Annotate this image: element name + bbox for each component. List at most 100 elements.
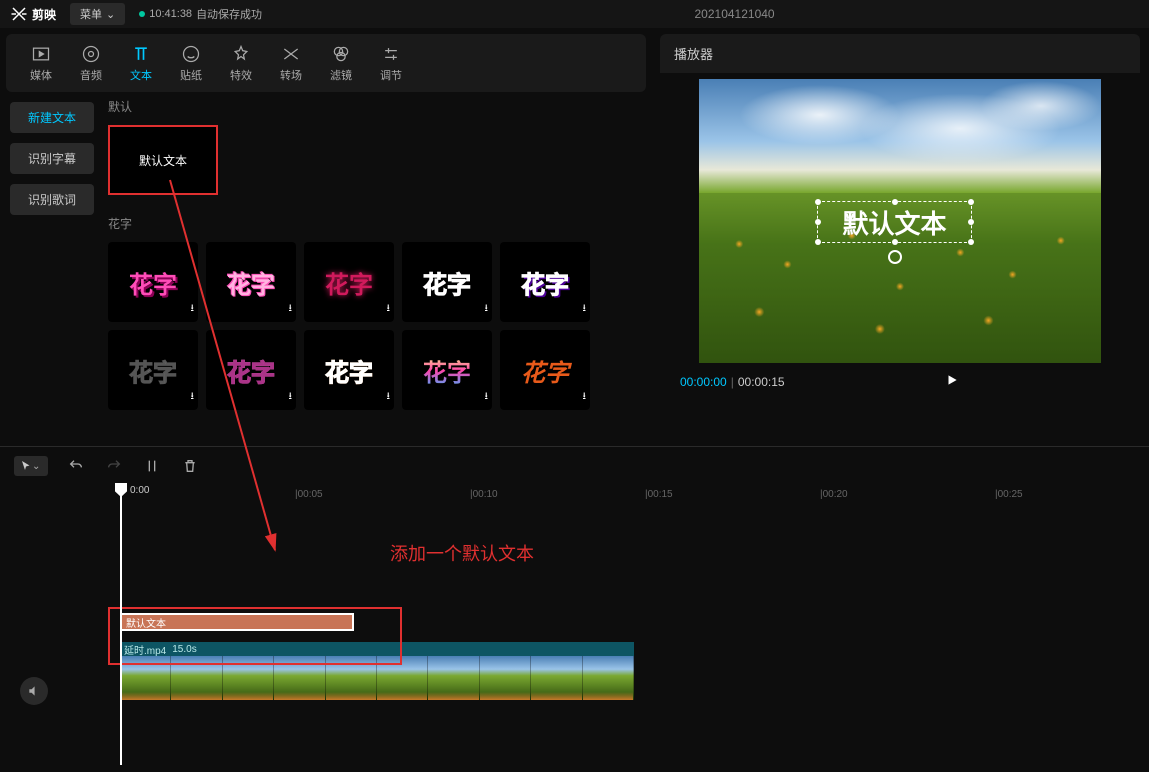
video-thumb: [480, 656, 531, 700]
video-clip-duration: 15.0s: [172, 644, 196, 655]
nav-media[interactable]: 媒体: [16, 38, 66, 89]
save-status-text: 自动保存成功: [196, 6, 262, 22]
nav-media-label: 媒体: [30, 67, 52, 83]
nav-adjust-label: 调节: [380, 67, 402, 83]
text-overlay[interactable]: 默认文本: [817, 201, 972, 243]
huazi-text: 花字: [325, 353, 373, 388]
menu-button[interactable]: 菜单 ⌄: [70, 3, 125, 25]
download-icon[interactable]: ⭳: [289, 301, 293, 318]
text-sidebar: 新建文本 识别字幕 识别歌词: [10, 98, 94, 438]
app-name: 剪映: [32, 6, 56, 23]
video-preview[interactable]: 默认文本: [699, 79, 1101, 363]
status-dot-icon: [139, 11, 145, 17]
video-thumb: [120, 656, 171, 700]
redo-button[interactable]: [104, 456, 124, 476]
asset-panel: 默认 默认文本 花字 花字 ⭳ 花字 ⭳ 花字 ⭳ 花字 ⭳ 花字 ⭳ 花字 ⭳ 花字 ⭳ 花…: [94, 98, 640, 438]
resize-handle[interactable]: [815, 199, 821, 205]
download-icon[interactable]: ⭳: [191, 301, 195, 318]
sidebar-recognize-subtitle[interactable]: 识别字幕: [10, 143, 94, 174]
video-thumb: [326, 656, 377, 700]
current-time: 00:00:00: [680, 375, 727, 389]
cursor-tool[interactable]: ⌄: [14, 456, 48, 476]
nav-adjust[interactable]: 调节: [366, 38, 416, 89]
resize-handle[interactable]: [815, 239, 821, 245]
video-thumb: [377, 656, 428, 700]
text-clip-label: 默认文本: [126, 615, 166, 630]
sidebar-new-text[interactable]: 新建文本: [10, 102, 94, 133]
resize-handle[interactable]: [815, 219, 821, 225]
download-icon[interactable]: ⭳: [387, 389, 391, 406]
section-default-label: 默认: [108, 98, 640, 115]
huazi-card[interactable]: 花字 ⭳: [304, 242, 394, 322]
tracks-area[interactable]: 默认文本 延时.mp4 15.0s: [0, 509, 1149, 569]
overlay-text: 默认文本: [842, 204, 946, 241]
huazi-card[interactable]: 花字⭳: [500, 330, 590, 410]
resize-handle[interactable]: [968, 239, 974, 245]
titlebar: 剪映 菜单 ⌄ 10:41:38 自动保存成功 202104121040: [0, 0, 1149, 28]
text-clip[interactable]: 默认文本: [120, 613, 354, 631]
player-panel: 播放器 默认文本 00:00:00 | 00:00:15: [660, 34, 1140, 400]
download-icon[interactable]: ⭳: [289, 389, 293, 406]
delete-button[interactable]: [180, 456, 200, 476]
nav-audio[interactable]: 音频: [66, 38, 116, 89]
huazi-card[interactable]: 花字 ⭳: [108, 330, 198, 410]
default-text-card[interactable]: 默认文本: [108, 125, 218, 195]
huazi-card[interactable]: 花字 ⭳: [206, 242, 296, 322]
huazi-card[interactable]: 花字 ⭳: [402, 242, 492, 322]
timeline-ruler[interactable]: 0:00 |00:05 |00:10 |00:15 |00:20 |00:25: [0, 485, 1149, 509]
huazi-card[interactable]: 花字 ⭳: [108, 242, 198, 322]
ruler-mark: |00:10: [470, 489, 498, 500]
video-clip-header: 延时.mp4 15.0s: [120, 642, 634, 656]
download-icon[interactable]: ⭳: [485, 389, 489, 406]
huazi-card[interactable]: 花字 ⭳: [500, 242, 590, 322]
download-icon[interactable]: ⭳: [191, 389, 195, 406]
menu-label: 菜单: [80, 6, 102, 22]
video-thumb: [531, 656, 582, 700]
nav-sticker-label: 贴纸: [180, 67, 202, 83]
section-huazi-label: 花字: [108, 215, 640, 232]
download-icon[interactable]: ⭳: [583, 389, 587, 406]
resize-handle[interactable]: [892, 239, 898, 245]
video-thumb: [171, 656, 222, 700]
nav-text[interactable]: 文本: [116, 38, 166, 89]
nav-transition-label: 转场: [280, 67, 302, 83]
nav-transition[interactable]: 转场: [266, 38, 316, 89]
huazi-text: 花字: [227, 265, 275, 300]
playhead[interactable]: [120, 485, 122, 765]
play-button[interactable]: [945, 373, 959, 390]
nav-audio-label: 音频: [80, 67, 102, 83]
save-status: 10:41:38 自动保存成功: [139, 6, 262, 22]
ruler-mark: |00:15: [645, 489, 673, 500]
resize-handle[interactable]: [892, 199, 898, 205]
video-thumb: [274, 656, 325, 700]
video-clip-name: 延时.mp4: [124, 642, 166, 657]
huazi-text: 花字: [227, 353, 275, 388]
sidebar-recognize-lyrics[interactable]: 识别歌词: [10, 184, 94, 215]
huazi-text: 花字: [129, 265, 177, 300]
download-icon[interactable]: ⭳: [583, 301, 587, 318]
undo-button[interactable]: [66, 456, 86, 476]
category-nav: 媒体 音频 文本 贴纸 特效 转场 滤镜 调节: [6, 34, 646, 92]
huazi-text: 花字: [423, 265, 471, 300]
mute-button[interactable]: [20, 677, 48, 705]
nav-effect-label: 特效: [230, 67, 252, 83]
huazi-text: 花字: [521, 265, 569, 300]
huazi-text: 花字: [325, 265, 373, 300]
download-icon[interactable]: ⭳: [387, 301, 391, 318]
huazi-card[interactable]: 花字 ⭳: [206, 330, 296, 410]
rotate-icon[interactable]: [888, 250, 902, 264]
time-separator: |: [731, 375, 734, 389]
nav-sticker[interactable]: 贴纸: [166, 38, 216, 89]
huazi-text: 花字: [423, 353, 471, 388]
nav-filter[interactable]: 滤镜: [316, 38, 366, 89]
resize-handle[interactable]: [968, 219, 974, 225]
nav-effect[interactable]: 特效: [216, 38, 266, 89]
chevron-down-icon: ⌄: [106, 8, 115, 21]
split-button[interactable]: [142, 456, 162, 476]
huazi-card[interactable]: 花字 ⭳: [402, 330, 492, 410]
resize-handle[interactable]: [968, 199, 974, 205]
huazi-card[interactable]: 花字 ⭳: [304, 330, 394, 410]
download-icon[interactable]: ⭳: [485, 301, 489, 318]
video-clip[interactable]: 延时.mp4 15.0s: [120, 642, 634, 700]
huazi-text: 花字: [129, 353, 177, 388]
